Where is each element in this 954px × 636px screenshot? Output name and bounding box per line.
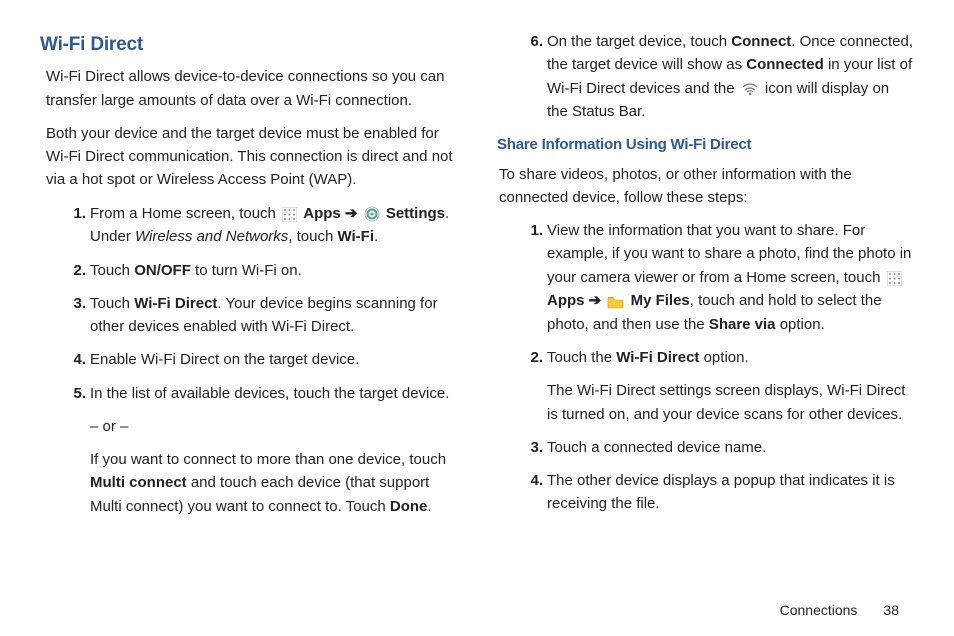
apps-grid-icon [887, 266, 902, 289]
step-5: In the list of available devices, touch … [68, 382, 457, 518]
share-step-3: Touch a connected device name. [525, 436, 914, 459]
step5-alt: If you want to connect to more than one … [90, 448, 457, 518]
step-3: Touch Wi-Fi Direct. Your device begins s… [68, 292, 457, 339]
intro-paragraph-1: Wi-Fi Direct allows device-to-device con… [46, 65, 457, 112]
settings-gear-icon [364, 202, 380, 225]
share-step-4: The other device displays a popup that i… [525, 469, 914, 516]
step-1: From a Home screen, touch Apps ➔ Setting… [68, 202, 457, 249]
share-intro: To share videos, photos, or other inform… [499, 163, 914, 210]
left-column: Wi-Fi Direct Wi-Fi Direct allows device-… [40, 30, 457, 585]
footer-page-number: 38 [883, 602, 899, 618]
step-4: Enable Wi-Fi Direct on the target device… [68, 348, 457, 371]
step-2: Touch ON/OFF to turn Wi-Fi on. [68, 259, 457, 282]
left-steps: From a Home screen, touch Apps ➔ Setting… [68, 202, 457, 518]
footer-section: Connections [780, 602, 858, 618]
wifi-icon [741, 77, 759, 100]
share-step-1: View the information that you want to sh… [525, 219, 914, 336]
right-column: On the target device, touch Connect. Onc… [497, 30, 914, 585]
step5-or: – or – [90, 415, 457, 438]
share-step-2: Touch the Wi-Fi Direct option. The Wi-Fi… [525, 346, 914, 426]
intro-paragraph-2: Both your device and the target device m… [46, 122, 457, 192]
apps-grid-icon [282, 202, 297, 225]
step-6: On the target device, touch Connect. Onc… [525, 30, 914, 123]
folder-icon [607, 290, 624, 313]
page-footer: Connections 38 [780, 602, 899, 618]
heading-wifi-direct: Wi-Fi Direct [40, 30, 457, 59]
share-steps: View the information that you want to sh… [525, 219, 914, 516]
heading-share-info: Share Information Using Wi-Fi Direct [497, 133, 914, 156]
share-step-2-detail: The Wi-Fi Direct settings screen display… [547, 379, 914, 426]
right-continued-steps: On the target device, touch Connect. Onc… [525, 30, 914, 123]
